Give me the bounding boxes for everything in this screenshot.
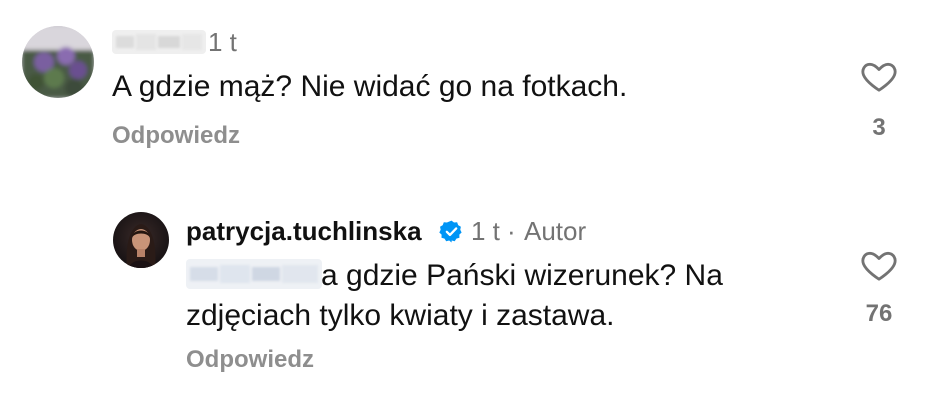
reply-button[interactable]: Odpowiedz [186, 346, 314, 374]
profile-photo [113, 212, 169, 268]
like-count: 3 [872, 114, 886, 141]
like-count: 76 [865, 300, 893, 327]
like-button[interactable] [858, 56, 900, 96]
author-badge: Autor [524, 216, 587, 246]
blurred-avatar-image [22, 26, 94, 98]
author-avatar[interactable] [113, 212, 169, 268]
comment-text: A gdzie mąż? Nie widać go na fotkach. [112, 70, 628, 103]
commenter-avatar[interactable] [22, 26, 94, 98]
verified-badge-icon [439, 220, 462, 243]
heart-outline-icon [861, 251, 897, 281]
verified-badge [439, 219, 464, 244]
author-username[interactable]: patrycja.tuchlinska [186, 216, 422, 246]
separator-dot: · [507, 216, 516, 246]
like-button[interactable] [858, 245, 900, 285]
blurred-username [112, 30, 206, 54]
comment-time: 1 t [208, 27, 237, 57]
reply-text: a gdzie Pański wizerunek? Na zdjęciach t… [186, 259, 723, 332]
heart-outline-icon [861, 62, 897, 92]
comment-time: 1 t [471, 216, 500, 246]
reply-button[interactable]: Odpowiedz [112, 122, 240, 150]
commenter-username-blurred[interactable] [112, 30, 206, 54]
